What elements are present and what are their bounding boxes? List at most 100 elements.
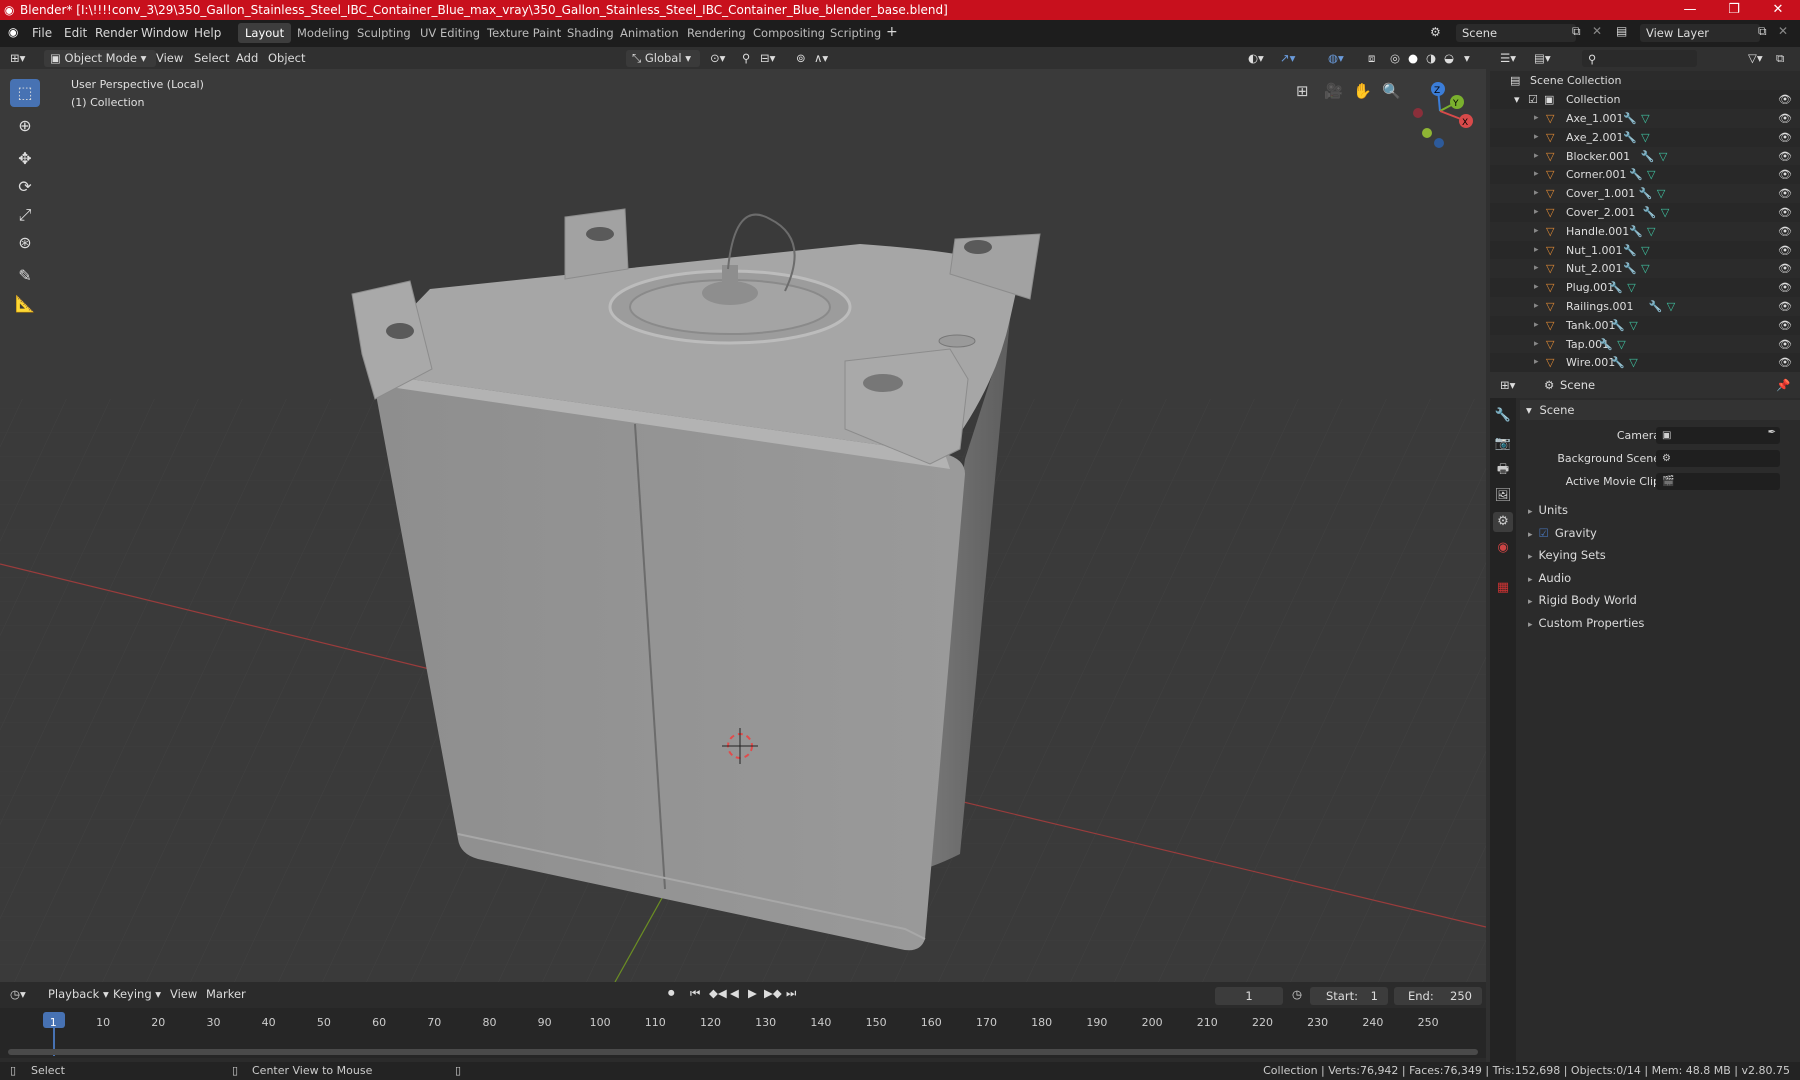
mesh-data-icon[interactable]: ▽ (1629, 353, 1637, 372)
play-icon[interactable]: ▶ (748, 985, 757, 1002)
scene-collection-row[interactable]: ▤ Scene Collection (1490, 71, 1800, 90)
outliner-object-row[interactable]: ▸ ▽ Axe_1.001 🔧 ▽ 👁 (1490, 109, 1800, 128)
expand-arrow-icon[interactable]: ▸ (1534, 241, 1539, 260)
expand-arrow-icon[interactable]: ▸ (1534, 259, 1539, 278)
record-icon[interactable]: ⏺ (668, 985, 675, 1002)
add-workspace-icon[interactable]: + (886, 24, 898, 40)
tab-texture-paint[interactable]: Texture Paint (480, 23, 568, 43)
visibility-icon[interactable]: ◐▾ (1248, 50, 1264, 67)
tab-modeling[interactable]: Modeling (290, 23, 356, 43)
scene-name-field[interactable]: Scene (1456, 24, 1576, 42)
maximize-button[interactable]: ❐ (1712, 0, 1756, 20)
tab-scripting[interactable]: Scripting (823, 23, 888, 43)
render-tab-icon[interactable]: 📷 (1493, 434, 1513, 454)
visibility-eye-icon[interactable]: 👁 (1778, 259, 1792, 278)
modifier-wrench-icon[interactable]: 🔧 (1623, 109, 1637, 128)
mode-selector[interactable]: ▣ Object Mode ▾ (44, 50, 156, 67)
menu-help[interactable]: Help (194, 26, 221, 40)
marker-menu[interactable]: Marker (206, 986, 246, 1003)
visibility-eye-icon[interactable]: 👁 (1778, 90, 1792, 109)
visibility-eye-icon[interactable]: 👁 (1778, 335, 1792, 354)
menu-object[interactable]: Object (268, 50, 305, 67)
modifier-wrench-icon[interactable]: 🔧 (1623, 128, 1637, 147)
pin-icon[interactable]: 📌 (1776, 377, 1790, 394)
zoom-view-icon[interactable]: 🔍 (1382, 82, 1401, 100)
visibility-eye-icon[interactable]: 👁 (1778, 297, 1792, 316)
tab-animation[interactable]: Animation (613, 23, 686, 43)
outliner-object-row[interactable]: ▸ ▽ Handle.001 🔧 ▽ 👁 (1490, 221, 1800, 241)
outliner-object-row[interactable]: ▸ ▽ Railings.001 🔧 ▽ 👁 (1490, 297, 1800, 316)
camera-field[interactable]: ▣ ✒ (1656, 427, 1780, 444)
outliner-object-row[interactable]: ▸ ▽ Tank.001 🔧 ▽ 👁 (1490, 315, 1800, 335)
menu-render[interactable]: Render (95, 26, 138, 40)
timeline-scrollbar[interactable] (8, 1049, 1478, 1055)
menu-window[interactable]: Window (141, 26, 188, 40)
visibility-eye-icon[interactable]: 👁 (1778, 222, 1792, 241)
visibility-eye-icon[interactable]: 👁 (1778, 241, 1792, 260)
mesh-data-icon[interactable]: ▽ (1641, 128, 1649, 147)
visibility-eye-icon[interactable]: 👁 (1778, 184, 1792, 203)
wireframe-shading-icon[interactable]: ◎ (1390, 50, 1400, 67)
rendered-shading-icon[interactable]: ◒ (1444, 50, 1454, 67)
next-keyframe-icon[interactable]: ▶◆ (764, 985, 782, 1002)
pan-view-icon[interactable]: ✋ (1353, 82, 1372, 100)
tab-uv-editing[interactable]: UV Editing (413, 23, 487, 43)
play-reverse-icon[interactable]: ◀ (730, 985, 739, 1002)
menu-view[interactable]: View (156, 50, 183, 67)
scene-selector-icon[interactable]: ⚙ (1430, 25, 1441, 39)
proportional-edit-icon[interactable]: ⊚ (796, 50, 806, 67)
outliner-object-row[interactable]: ▸ ▽ Cover_1.001 🔧 ▽ 👁 (1490, 184, 1800, 204)
expand-arrow-icon[interactable]: ▸ (1534, 109, 1539, 128)
menu-select[interactable]: Select (194, 50, 229, 67)
visibility-eye-icon[interactable]: 👁 (1778, 147, 1792, 166)
outliner-object-row[interactable]: ▸ ▽ Plug.001 🔧 ▽ 👁 (1490, 278, 1800, 298)
outliner-editor-type-icon[interactable]: ☰▾ (1500, 50, 1516, 67)
expand-arrow-icon[interactable]: ▸ (1534, 165, 1539, 184)
output-tab-icon[interactable]: 🖶 (1493, 460, 1513, 480)
modifier-wrench-icon[interactable]: 🔧 (1623, 259, 1637, 278)
view-layer-field[interactable]: View Layer (1640, 24, 1760, 42)
mesh-data-icon[interactable]: ▽ (1641, 259, 1649, 278)
rotate-tool-icon[interactable]: ⟳ (10, 173, 40, 201)
prev-keyframe-icon[interactable]: ◆◀ (709, 985, 727, 1002)
camera-view-icon[interactable]: 🎥 (1324, 82, 1343, 100)
mesh-data-icon[interactable]: ▽ (1647, 165, 1655, 184)
filter-icon[interactable]: ▽▾ (1748, 50, 1763, 67)
select-box-tool-icon[interactable]: ⬚ (10, 79, 40, 107)
expand-arrow-icon[interactable]: ▸ (1534, 147, 1539, 166)
close-button[interactable]: ✕ (1756, 0, 1800, 20)
mesh-data-icon[interactable]: ▽ (1617, 335, 1625, 354)
section-keying-sets[interactable]: ▸ Keying Sets (1526, 545, 1794, 565)
visibility-eye-icon[interactable]: 👁 (1778, 165, 1792, 184)
gravity-checkbox[interactable]: ☑ (1539, 526, 1549, 540)
end-frame-field[interactable]: End: 250 (1394, 987, 1482, 1005)
snap-target-icon[interactable]: ⊟▾ (760, 50, 775, 67)
display-mode-icon[interactable]: ▤▾ (1534, 50, 1551, 67)
expand-arrow-icon[interactable]: ▸ (1534, 184, 1539, 203)
mesh-data-icon[interactable]: ▽ (1641, 109, 1649, 128)
keying-menu[interactable]: Keying ▾ (113, 986, 161, 1003)
solid-shading-icon[interactable]: ● (1408, 50, 1418, 67)
visibility-eye-icon[interactable]: 👁 (1778, 353, 1792, 372)
expand-arrow-icon[interactable]: ▾ (1514, 90, 1520, 109)
delete-scene-icon[interactable]: ✕ (1592, 24, 1602, 38)
texture-tab-icon[interactable]: ▦ (1493, 578, 1513, 598)
3d-viewport[interactable]: ⬚ ⊕ ✥ ⟳ ⤢ ⊛ ✎ 📐 User Perspective (Local)… (0, 69, 1486, 982)
modifier-wrench-icon[interactable]: 🔧 (1643, 203, 1657, 222)
outliner-object-row[interactable]: ▸ ▽ Corner.001 🔧 ▽ 👁 (1490, 165, 1800, 185)
active-movie-clip-field[interactable]: 🎬 (1656, 473, 1780, 490)
modifier-wrench-icon[interactable]: 🔧 (1649, 297, 1663, 316)
shading-options-icon[interactable]: ▾ (1464, 50, 1470, 67)
view-layer-icon[interactable]: ▤ (1616, 24, 1627, 38)
start-frame-field[interactable]: Start: 1 (1310, 987, 1388, 1005)
section-rigid-body-world[interactable]: ▸ Rigid Body World (1526, 590, 1794, 610)
new-collection-icon[interactable]: ⧉ (1776, 50, 1784, 67)
modifier-wrench-icon[interactable]: 🔧 (1641, 147, 1655, 166)
modifier-wrench-icon[interactable]: 🔧 (1611, 316, 1625, 335)
jump-start-icon[interactable]: ⏮ (690, 985, 700, 1002)
expand-arrow-icon[interactable]: ▸ (1534, 203, 1539, 222)
expand-arrow-icon[interactable]: ▸ (1534, 128, 1539, 147)
menu-file[interactable]: File (32, 26, 52, 40)
background-scene-field[interactable]: ⚙ (1656, 450, 1780, 467)
tab-compositing[interactable]: Compositing (746, 23, 832, 43)
